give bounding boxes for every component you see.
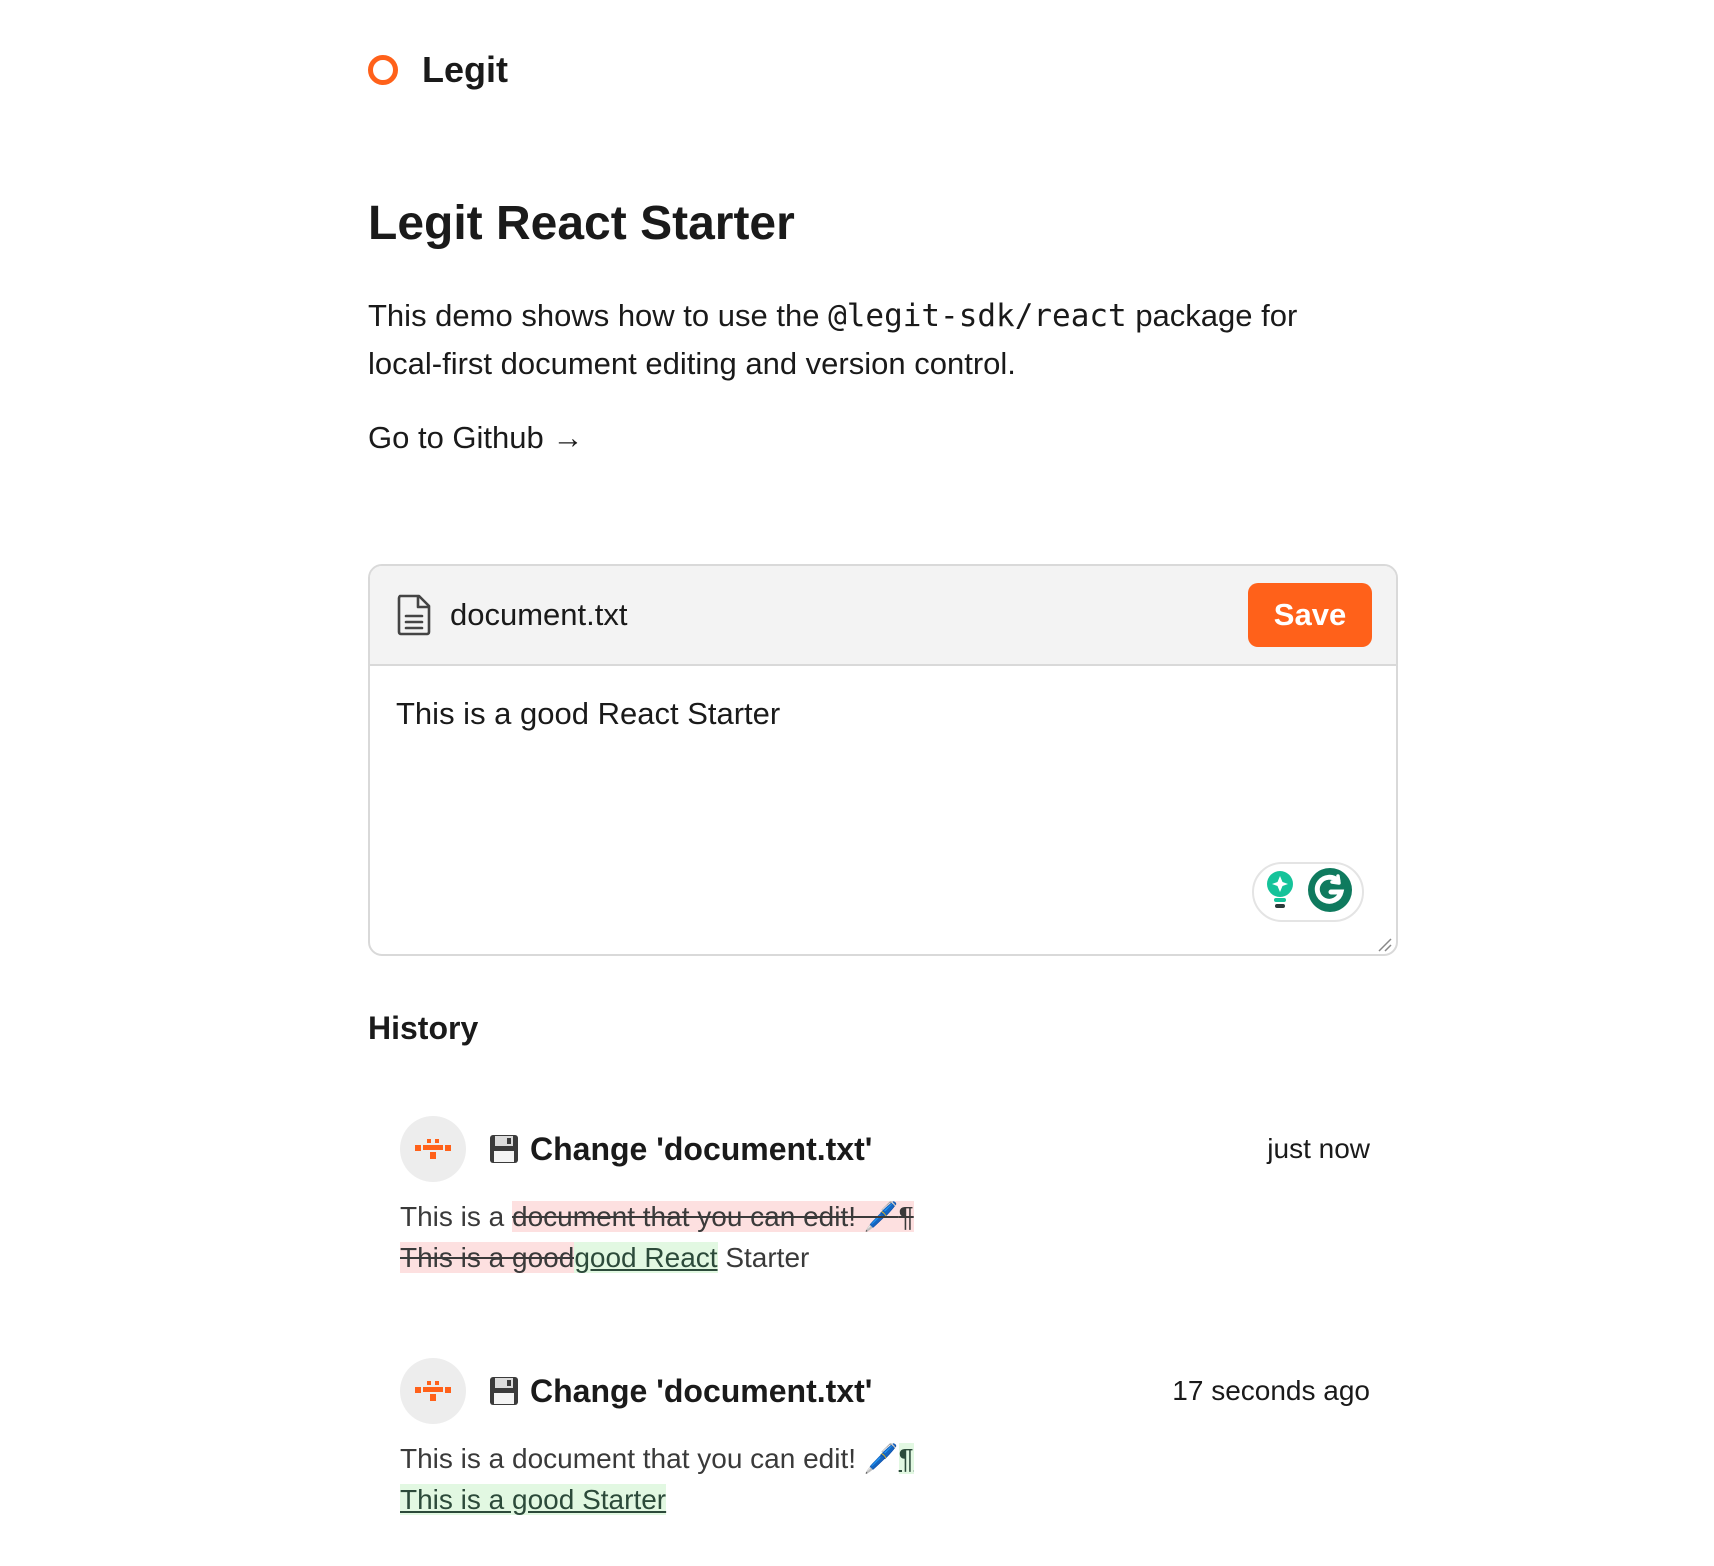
diff-deletion: This is a good — [400, 1242, 575, 1273]
document-file-icon — [396, 594, 432, 636]
diff-insertion: good React — [574, 1242, 718, 1273]
document-textarea[interactable]: This is a good React Starter — [396, 694, 1370, 928]
history-item-time: just now — [1267, 1133, 1370, 1164]
history-item-diff: This is a document that you can edit! 🖊️… — [400, 1438, 1370, 1520]
history-item-header: Change 'document.txt' 17 seconds ago — [400, 1358, 1370, 1424]
diff-deletion-mark: ¶ — [898, 1201, 914, 1232]
diff-line: This is a goodgood React Starter — [400, 1237, 1370, 1278]
history-item-diff: This is a document that you can edit! 🖊️… — [400, 1196, 1370, 1278]
writing-assistant-widget[interactable] — [1252, 862, 1364, 922]
diff-line: This is a good Starter — [400, 1479, 1370, 1520]
brand-name: Legit — [422, 49, 508, 90]
history-item-header: Change 'document.txt' just now — [400, 1116, 1370, 1182]
pixel-avatar-icon — [415, 1381, 451, 1401]
resize-handle[interactable] — [1376, 936, 1392, 952]
diff-line: This is a document that you can edit! 🖊️… — [400, 1196, 1370, 1237]
avatar — [400, 1116, 466, 1182]
grammarly-g-icon[interactable] — [1307, 867, 1353, 918]
floppy-disk-icon — [488, 1133, 520, 1165]
page-title: Legit React Starter — [368, 197, 795, 250]
github-link[interactable]: Go to Github → — [368, 420, 583, 456]
file-name: document.txt — [450, 597, 628, 632]
history-item-time: 17 seconds ago — [1172, 1375, 1370, 1406]
intro-text: This demo shows how to use the @legit-sd… — [368, 292, 1368, 388]
package-name-code: @legit-sdk/react — [828, 298, 1127, 334]
intro-text-start: This demo shows how to use the — [368, 298, 829, 333]
diff-unchanged: This is a document that you can edit! 🖊️ — [400, 1443, 899, 1474]
diff-unchanged: This is a — [400, 1201, 513, 1232]
diff-insertion: This is a good Starter — [400, 1484, 667, 1515]
history-item[interactable]: Change 'document.txt' 17 seconds ago Thi… — [400, 1358, 1370, 1520]
editor-header: document.txt Save — [370, 566, 1396, 666]
history-item-title: Change 'document.txt' — [530, 1130, 873, 1167]
diff-insertion-mark: ¶ — [898, 1443, 914, 1474]
page: Legit Legit React Starter This demo show… — [0, 0, 1714, 1566]
document-editor: document.txt Save This is a good React S… — [368, 564, 1398, 956]
history-heading: History — [368, 1010, 479, 1046]
diff-deletion: document that you can edit! 🖊️ — [512, 1201, 899, 1232]
lightbulb-icon[interactable] — [1263, 869, 1297, 916]
ring-logo-icon — [368, 55, 398, 85]
diff-line: This is a document that you can edit! 🖊️… — [400, 1438, 1370, 1479]
avatar — [400, 1358, 466, 1424]
history-item[interactable]: Change 'document.txt' just now This is a… — [400, 1116, 1370, 1278]
save-button[interactable]: Save — [1248, 583, 1372, 647]
floppy-disk-icon — [488, 1375, 520, 1407]
editor-body: This is a good React Starter — [370, 666, 1396, 954]
diff-unchanged: Starter — [717, 1242, 810, 1273]
pixel-avatar-icon — [415, 1139, 451, 1159]
history-item-title: Change 'document.txt' — [530, 1372, 873, 1409]
brand-logo[interactable]: Legit — [368, 48, 508, 92]
